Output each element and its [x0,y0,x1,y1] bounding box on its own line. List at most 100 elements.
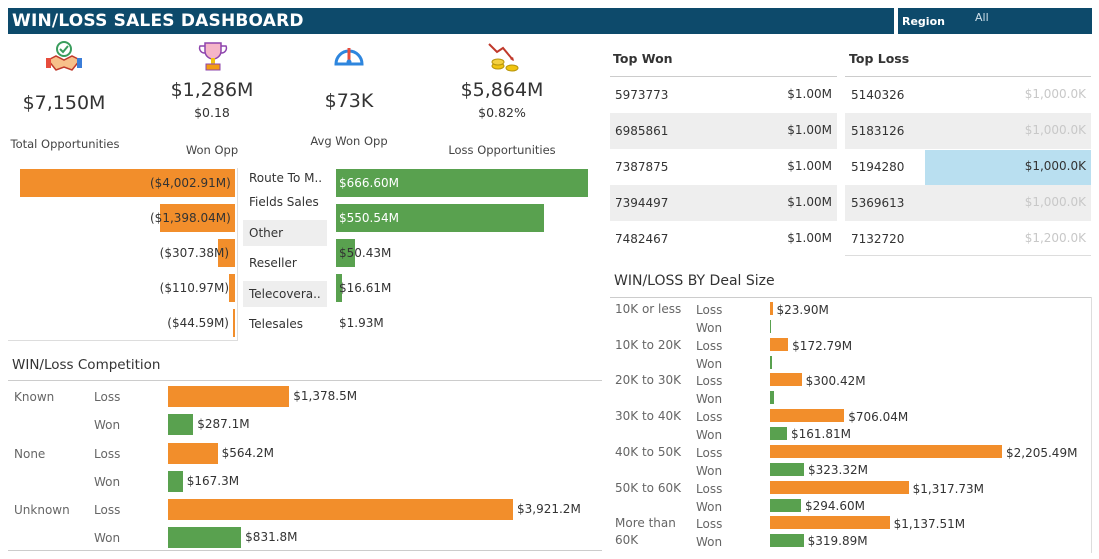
region-filter-value[interactable]: All [975,11,989,24]
competition-won-word: Won [94,418,121,432]
competition-won-bar[interactable] [168,471,183,492]
deal-size-loss-bar[interactable] [770,480,909,494]
loss-opp-value: $5,864M [460,79,544,101]
top-loss-id: 5140326 [851,88,905,102]
channel-loss-bar[interactable] [229,274,235,302]
competition-loss-bar[interactable] [168,499,513,520]
deal-size-loss-label: $706.04M [848,410,909,425]
deal-size-won-label: $319.89M [807,534,868,549]
top-won-amount: $1.00M [787,231,832,245]
competition-loss-label: $3,921.2M [517,502,581,516]
top-loss-amount: $1,000.0K [1024,195,1086,209]
deal-size-loss-bar[interactable] [770,302,773,315]
deal-size-loss-word: Loss [696,374,723,389]
deal-size-loss-word: Loss [696,303,723,317]
deal-size-won-bar[interactable] [770,534,804,548]
deal-size-loss-label: $1,317.73M [912,481,985,496]
competition-loss-bar[interactable] [168,443,218,464]
top-loss-id: 7132720 [851,232,905,246]
deal-size-loss-label: $2,205.49M [1006,445,1078,460]
won-opp-value: $1,286M [170,79,254,101]
top-won-id: 7394497 [615,196,669,210]
deal-size-group: 40K to 50K [615,444,681,459]
deal-size-group: 30K to 40K [615,409,681,424]
gauge-icon [331,40,367,78]
competition-won-bar[interactable] [168,414,194,435]
deal-size-won-bar[interactable] [770,320,771,333]
total-opportunities-value: $7,150M [22,92,106,114]
channel-won-label: $666.60M [339,176,399,190]
channel-loss-bar[interactable] [232,309,235,337]
deal-size-won-word: Won [696,428,723,443]
deal-size-loss-bar[interactable] [770,373,802,387]
competition-group: None [14,447,46,461]
deal-size-right-edge [1091,297,1092,553]
channel-name[interactable]: Other [243,220,327,246]
deal-size-won-bar[interactable] [770,462,804,476]
top-won-id: 6985861 [615,124,669,138]
deal-size-won-word: Won [696,499,723,514]
channel-name[interactable]: Reseller [243,250,327,276]
deal-size-won-label: $323.32M [808,462,868,477]
deal-size-loss-word: Loss [696,338,723,353]
competition-loss-word: Loss [94,503,121,517]
deal-size-loss-bar[interactable] [770,337,789,351]
deal-size-group: 10K to 20K [615,337,681,352]
competition-won-label: $167.3M [186,474,240,488]
won-opp-ratio: $0.18 [194,105,230,120]
loss-opp-label: Loss Opportunities [448,143,556,157]
deal-size-won-bar[interactable] [770,498,801,512]
channel-loss-label: ($4,002.91M) [150,176,231,190]
channel-name[interactable]: Route To M.. [243,165,327,191]
title-bar: WIN/LOSS SALES DASHBOARD [8,8,894,34]
competition-won-bar[interactable] [168,527,242,548]
channel-loss-label: ($307.38M) [159,246,229,260]
deal-size-loss-bar[interactable] [770,516,890,530]
avg-won-opp-label: Avg Won Opp [310,134,388,148]
top-loss-id: 5183126 [851,124,905,138]
top-loss-title: Top Loss [849,51,910,66]
deal-size-group: 50K to 60K [615,480,681,495]
top-won-amount: $1.00M [787,87,832,101]
channel-name[interactable]: Telesales [243,311,327,337]
competition-won-word: Won [94,531,121,545]
competition-group: Unknown [14,503,70,517]
top-won-id: 5973773 [615,88,669,102]
deal-size-group: 20K to 30K [615,373,681,388]
competition-won-word: Won [94,475,121,489]
won-opp-label: Won Opp [185,143,239,157]
channel-name[interactable]: Fields Sales [243,189,327,215]
deal-size-won-word: Won [696,356,723,371]
competition-group: Known [14,390,55,404]
deal-size-won-word: Won [696,535,723,550]
deal-size-group-line2: 60K [615,533,639,548]
deal-size-loss-label: $1,137.51M [893,517,966,532]
region-filter-label: Region [902,15,945,28]
top-loss-amount: $1,000.0K [1024,159,1086,173]
channel-name[interactable]: Telecovera.. [243,281,327,307]
deal-size-won-bar[interactable] [770,427,788,441]
channel-loss-label: ($110.97M) [159,281,229,295]
trophy-icon [195,40,231,78]
deal-size-won-bar[interactable] [770,391,774,405]
deal-size-loss-bar[interactable] [770,409,845,423]
competition-won-label: $831.8M [245,530,298,544]
region-filter[interactable]: Region All [898,8,1092,34]
deal-size-loss-bar[interactable] [770,444,1002,458]
deal-size-won-bar[interactable] [770,355,773,369]
competition-loss-bar[interactable] [168,386,290,407]
top-loss-id: 5369613 [851,196,905,210]
channel-won-label: $16.61M [339,281,392,295]
competition-won-label: $287.1M [197,417,250,431]
competition-divider [8,380,602,381]
deal-size-loss-word: Loss [696,445,723,460]
top-loss-amount: $1,000.0K [1024,87,1086,101]
top-won-amount: $1.00M [787,123,832,137]
competition-title: WIN/Loss Competition [12,357,161,373]
competition-loss-label: $1,378.5M [293,389,358,403]
deal-size-won-word: Won [696,392,723,407]
total-opportunities-label: Total Opportunities [10,137,120,151]
dashboard-title: WIN/LOSS SALES DASHBOARD [12,11,304,31]
deal-size-group: More than [615,516,676,531]
competition-bottom-divider [8,550,602,551]
